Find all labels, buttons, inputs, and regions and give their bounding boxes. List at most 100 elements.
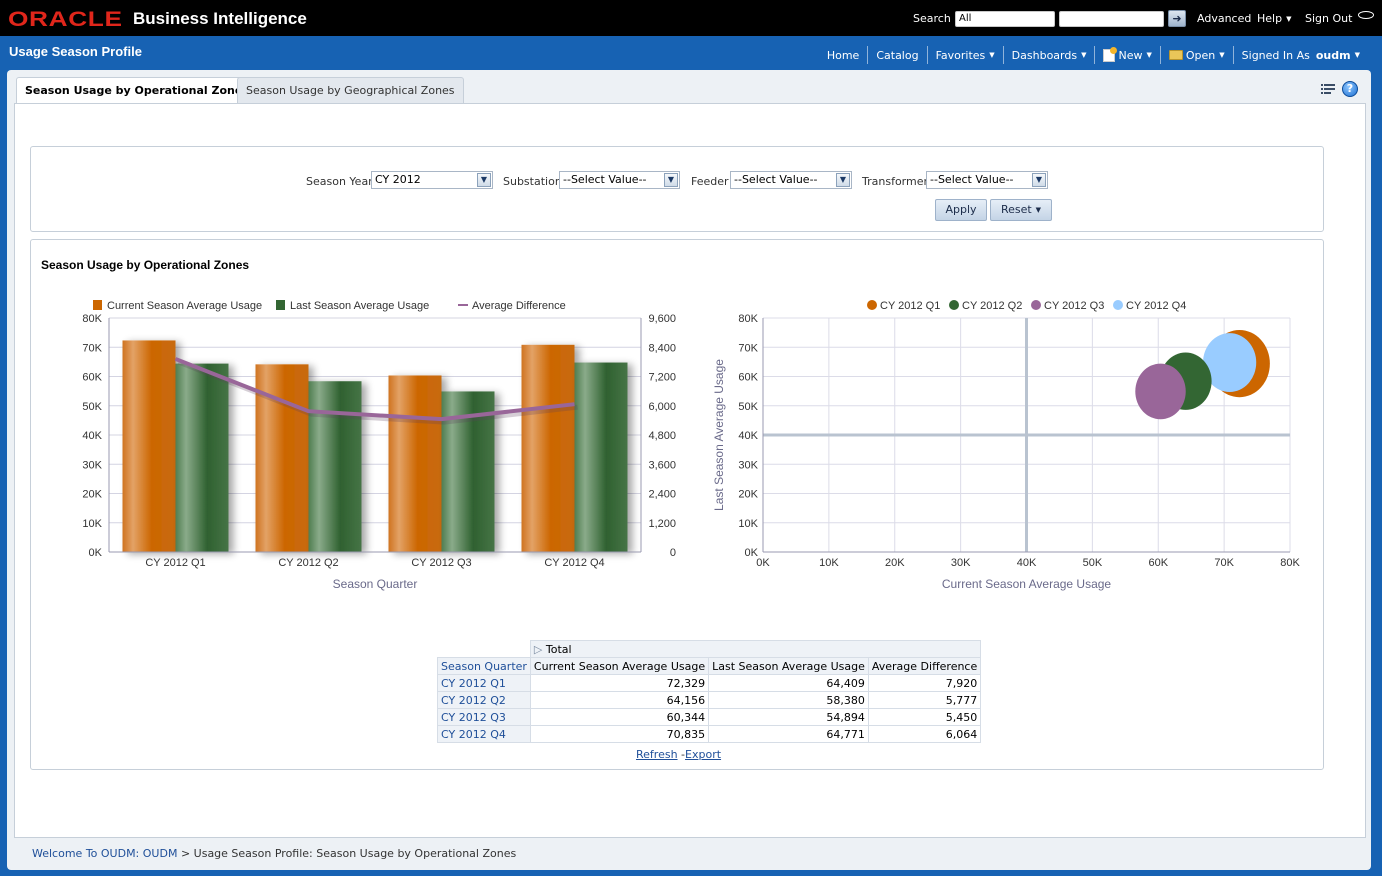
help-icon[interactable]: ? — [1342, 81, 1358, 97]
tab-operational-zones[interactable]: Season Usage by Operational Zones — [16, 77, 258, 104]
search-go-button[interactable]: ➜ — [1168, 10, 1186, 27]
cell: 70,835 — [529, 725, 710, 743]
dashboard-content: Season Year CY 2012 ▼ Substation --Select… — [14, 103, 1366, 838]
transformer-label: Transformer — [862, 175, 929, 188]
feeder-select[interactable]: --Select Value-- ▼ — [730, 171, 852, 189]
expand-triangle-icon: ▷ — [533, 642, 543, 656]
search-label: Search — [913, 12, 951, 25]
row-label[interactable]: CY 2012 Q4 — [437, 725, 531, 743]
feeder-value: --Select Value-- — [734, 173, 818, 186]
table-row: CY 2012 Q3 60,344 54,894 5,450 — [437, 708, 982, 726]
row-label[interactable]: CY 2012 Q1 — [437, 674, 531, 692]
report-links: Refresh -Export — [636, 748, 721, 761]
nav-favorites[interactable]: Favorites ▼ — [928, 49, 1003, 62]
y2-tick-label: 4,800 — [648, 430, 676, 442]
nav-new[interactable]: New ▼ — [1095, 46, 1159, 62]
y2-tick-label: 1,200 — [648, 518, 676, 530]
legend-label: Average Difference — [472, 300, 566, 312]
breadcrumb-root[interactable]: Welcome To OUDM: OUDM — [32, 847, 177, 860]
x-tick-label: 40K — [1017, 557, 1037, 569]
x-axis-title: Current Season Average Usage — [942, 577, 1112, 591]
x-tick-label: 30K — [951, 557, 971, 569]
y-axis-title: Last Season Average Usage — [712, 359, 726, 511]
chevron-down-icon: ▼ — [1354, 51, 1360, 59]
breadcrumb-current: Usage Season Profile: Season Usage by Op… — [193, 847, 517, 860]
transformer-select[interactable]: --Select Value-- ▼ — [926, 171, 1048, 189]
column-header: Last Season Average Usage — [708, 657, 869, 675]
x-tick-label: CY 2012 Q4 — [544, 557, 604, 569]
table-row: CY 2012 Q1 72,329 64,409 7,920 — [437, 674, 982, 692]
page-title: Usage Season Profile — [9, 44, 142, 59]
x-tick-label: 60K — [1148, 557, 1168, 569]
x-tick-label: CY 2012 Q3 — [411, 557, 471, 569]
x-tick-label: 80K — [1280, 557, 1300, 569]
bar-last-4 — [574, 362, 628, 552]
advanced-search-link[interactable]: Advanced — [1197, 12, 1251, 25]
help-menu[interactable]: Help ▼ — [1257, 12, 1291, 25]
dashboards-label: Dashboards — [1011, 48, 1078, 62]
nav-user-menu[interactable]: Signed In As oudm ▼ — [1234, 49, 1368, 62]
nav-open[interactable]: Open ▼ — [1161, 49, 1233, 62]
cell: 7,920 — [867, 674, 982, 692]
pivot-group-header[interactable]: ▷ Total — [529, 640, 982, 658]
nav-dashboards[interactable]: Dashboards ▼ — [1004, 49, 1095, 62]
y2-tick-label: 0 — [670, 547, 676, 559]
y-tick-label: 20K — [82, 489, 102, 501]
legend-label: CY 2012 Q1 — [880, 300, 940, 312]
refresh-link[interactable]: Refresh — [636, 748, 678, 761]
y2-tick-label: 7,200 — [648, 372, 676, 384]
signed-in-label: Signed In As — [1241, 48, 1310, 62]
y2-tick-label: 6,000 — [648, 401, 676, 413]
row-label[interactable]: CY 2012 Q3 — [437, 708, 531, 726]
y-tick-label: 10K — [738, 518, 758, 530]
apply-button[interactable]: Apply — [935, 199, 987, 221]
reset-button[interactable]: Reset ▼ — [990, 199, 1052, 221]
chevron-down-icon: ▼ — [1286, 15, 1292, 23]
season-year-select[interactable]: CY 2012 ▼ — [371, 171, 493, 189]
line-shadow — [177, 359, 578, 425]
nav-catalog[interactable]: Catalog — [868, 49, 926, 62]
y-tick-label: 0K — [89, 547, 103, 559]
cell: 60,344 — [529, 708, 710, 726]
season-year-value: CY 2012 — [375, 173, 421, 186]
sign-out-link[interactable]: Sign Out — [1305, 12, 1352, 25]
x-tick-label: 10K — [819, 557, 839, 569]
nav-home[interactable]: Home — [819, 49, 867, 62]
oval-icon — [1358, 11, 1374, 19]
y-tick-label: 20K — [738, 489, 758, 501]
username: oudm — [1315, 48, 1351, 62]
y-tick-label: 30K — [738, 459, 758, 471]
export-link[interactable]: Export — [685, 748, 721, 761]
x-axis-title: Season Quarter — [333, 577, 418, 591]
legend-label: CY 2012 Q2 — [962, 300, 1022, 312]
search-input[interactable] — [1059, 11, 1164, 27]
pivot-table: ▷ Total Season Quarter Current Season Av… — [437, 640, 982, 743]
chevron-down-icon: ▼ — [989, 51, 995, 59]
substation-select[interactable]: --Select Value-- ▼ — [559, 171, 680, 189]
tab-geographical-zones[interactable]: Season Usage by Geographical Zones — [237, 77, 464, 103]
chevron-down-icon: ▼ — [477, 173, 491, 187]
arrow-right-icon: ➜ — [1172, 12, 1182, 25]
y-tick-label: 40K — [738, 430, 758, 442]
global-nav: Home Catalog Favorites ▼ Dashboards ▼ New ▼… — [819, 46, 1368, 64]
legend-swatch — [949, 300, 959, 310]
row-label[interactable]: CY 2012 Q2 — [437, 691, 531, 709]
x-tick-label: 20K — [885, 557, 905, 569]
chevron-down-icon: ▼ — [664, 173, 678, 187]
chevron-down-icon: ▼ — [1081, 51, 1087, 59]
x-tick-label: 70K — [1214, 557, 1234, 569]
group-header-label: Total — [545, 642, 572, 656]
bubble-chart: CY 2012 Q1 CY 2012 Q2 CY 2012 Q3 CY 2012 Q4… — [712, 300, 1300, 591]
y-tick-label: 80K — [82, 313, 102, 325]
y-tick-label: 10K — [82, 518, 102, 530]
x-tick-label: 50K — [1083, 557, 1103, 569]
new-label: New — [1118, 48, 1143, 62]
search-scope-select[interactable]: All — [955, 11, 1055, 27]
page-options-icon[interactable] — [1321, 83, 1335, 95]
cell: 64,156 — [529, 691, 710, 709]
folder-icon — [1168, 50, 1183, 60]
table-row: CY 2012 Q2 64,156 58,380 5,777 — [437, 691, 982, 709]
y-tick-label: 60K — [82, 372, 102, 384]
substation-label: Substation — [503, 175, 562, 188]
breadcrumb-separator: > — [180, 847, 191, 860]
